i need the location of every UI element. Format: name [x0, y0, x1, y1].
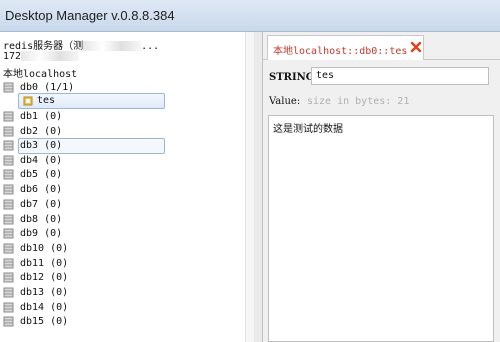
db-label: db6 (0): [20, 184, 63, 195]
value-label: Value:: [269, 96, 301, 107]
db-node[interactable]: db4 (0): [3, 153, 233, 168]
db-node[interactable]: db7 (0): [3, 197, 233, 212]
db-label: db8 (0): [20, 214, 63, 225]
value-editor: STRING: tes Value: size in bytes: 21 这是测…: [263, 60, 499, 342]
db-label: db1 (0): [20, 111, 63, 122]
key-node-tes[interactable]: tes: [20, 93, 164, 108]
db-node[interactable]: db2 (0): [3, 124, 233, 139]
db-label: db9 (0): [20, 228, 63, 239]
database-icon: [3, 287, 14, 298]
db-label: db5 (0): [20, 169, 63, 180]
database-icon: [3, 272, 14, 283]
db-label: db4 (0): [20, 155, 63, 166]
title-bar: Desktop Manager v.0.8.8.384: [0, 0, 500, 32]
database-icon: [3, 199, 14, 210]
redacted-region: [21, 51, 80, 61]
server-tree[interactable]: redis服务器（测... 172 本地localhost tes db0 (1…: [0, 32, 254, 342]
db-node[interactable]: db10 (0): [3, 241, 233, 256]
size-hint: size in bytes: 21: [307, 96, 410, 107]
db-node[interactable]: db12 (0): [3, 270, 233, 285]
db-label: db0 (1/1): [20, 82, 75, 93]
db-node[interactable]: db11 (0): [3, 256, 233, 271]
db-node[interactable]: db9 (0): [3, 226, 233, 241]
db-node[interactable]: db3 (0): [3, 138, 233, 153]
database-icon: [3, 155, 14, 166]
database-icon: [3, 302, 14, 313]
database-icon: [3, 243, 14, 254]
tree-scrollbar[interactable]: [245, 32, 254, 342]
db-node[interactable]: db15 (0): [3, 314, 233, 329]
pane-splitter[interactable]: [254, 32, 263, 342]
database-icon: [3, 126, 14, 137]
redacted-region: [83, 41, 142, 51]
tab-key-tes[interactable]: 本地localhost::db0::tes: [267, 35, 424, 60]
window-title: Desktop Manager v.0.8.8.384: [5, 8, 175, 23]
db-label: db13 (0): [20, 287, 69, 298]
connection-ellipsis: ...: [141, 41, 160, 52]
db-node[interactable]: db1 (0): [3, 109, 233, 124]
key-label: tes: [37, 95, 56, 106]
database-icon: [3, 228, 14, 239]
db-label: db11 (0): [20, 258, 69, 269]
db-node[interactable]: db6 (0): [3, 182, 233, 197]
db-label: db14 (0): [20, 302, 69, 313]
db-label: db7 (0): [20, 199, 63, 210]
key-icon: [23, 96, 33, 106]
tab-label: 本地localhost::db0::tes: [273, 46, 408, 57]
db-node[interactable]: db14 (0): [3, 300, 233, 315]
host-node[interactable]: 172: [3, 51, 80, 62]
database-icon: [3, 140, 14, 151]
db-node[interactable]: db0 (1/1): [3, 80, 233, 95]
db-node[interactable]: db13 (0): [3, 285, 233, 300]
value-textarea[interactable]: 这是测试的数据: [268, 115, 494, 342]
close-icon[interactable]: [410, 41, 422, 53]
database-icon: [3, 316, 14, 327]
database-icon: [3, 184, 14, 195]
db-node[interactable]: db5 (0): [3, 167, 233, 182]
database-icon: [3, 82, 14, 93]
database-icon: [3, 111, 14, 122]
localhost-node[interactable]: 本地localhost: [3, 65, 77, 80]
host-label: 172: [3, 51, 22, 62]
database-icon: [3, 258, 14, 269]
database-icon: [3, 214, 14, 225]
db-node[interactable]: db8 (0): [3, 212, 233, 227]
db-label: db12 (0): [20, 272, 69, 283]
connection-node[interactable]: redis服务器（测...: [3, 37, 159, 52]
localhost-label: 本地localhost: [3, 69, 78, 80]
key-name-field[interactable]: tes: [311, 67, 489, 85]
db-label: db2 (0): [20, 126, 63, 137]
db-label: db10 (0): [20, 243, 69, 254]
database-icon: [3, 169, 14, 180]
db-label: db15 (0): [20, 316, 69, 327]
tab-strip: 本地localhost::db0::tes: [263, 32, 500, 60]
db-label: db3 (0): [20, 140, 63, 151]
